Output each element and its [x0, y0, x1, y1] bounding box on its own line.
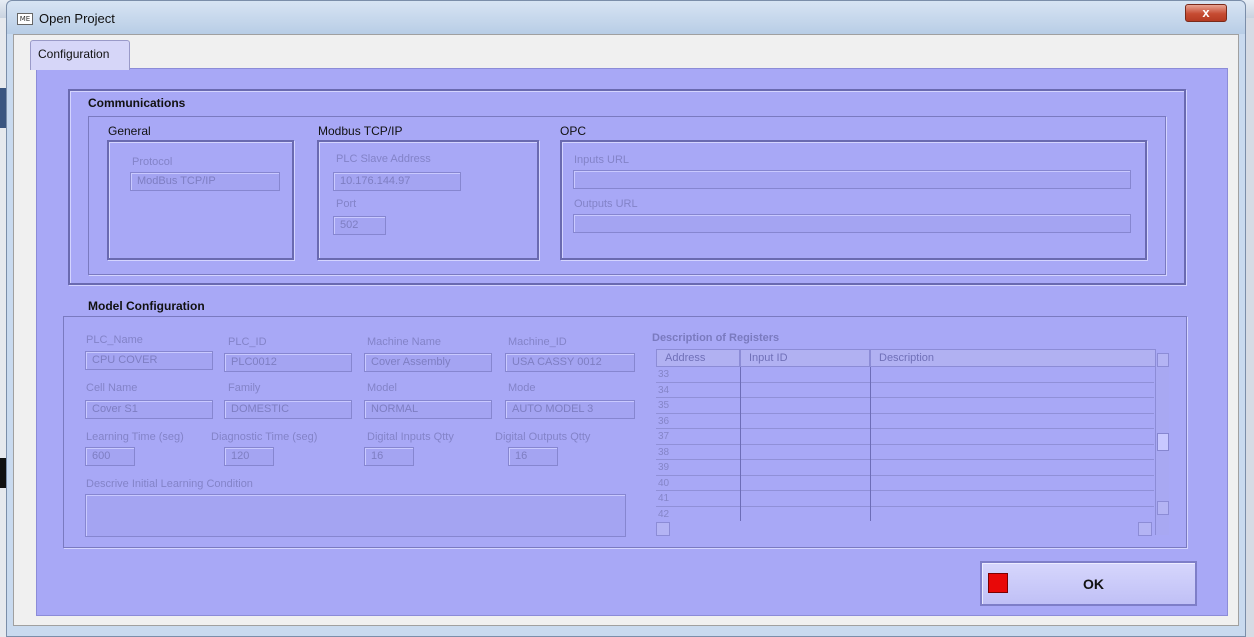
plc-name-label: PLC_Name [86, 334, 143, 346]
scroll-thumb[interactable] [1157, 433, 1169, 451]
horizontal-scroll-left-button[interactable] [656, 522, 670, 536]
learning-condition-field[interactable] [85, 494, 626, 537]
table-row[interactable]: 42 [656, 507, 1154, 523]
column-header-input-id[interactable]: Input ID [740, 349, 870, 367]
learning-condition-label: Descrive Initial Learning Condition [86, 478, 253, 490]
digital-inputs-field[interactable]: 16 [364, 447, 414, 466]
machine-name-label: Machine Name [367, 336, 441, 348]
scroll-up-button[interactable] [1157, 353, 1169, 367]
plc-id-label: PLC_ID [228, 336, 267, 348]
column-header-description[interactable]: Description [870, 349, 1156, 367]
digital-outputs-label: Digital Outputs Qtty [495, 431, 591, 443]
mode-field[interactable]: AUTO MODEL 3 [505, 400, 635, 419]
family-field[interactable]: DOMESTIC [224, 400, 352, 419]
mode-label: Mode [508, 382, 536, 394]
registers-scrollbar[interactable] [1155, 353, 1169, 535]
column-divider [870, 367, 871, 521]
ok-button[interactable]: OK [980, 561, 1197, 606]
outputs-url-label: Outputs URL [574, 198, 638, 210]
table-row[interactable]: 39 [656, 460, 1154, 476]
table-body: 33 34 35 36 37 38 39 40 41 42 [656, 367, 1154, 520]
close-button[interactable]: x [1185, 4, 1227, 22]
scroll-down-button[interactable] [1157, 501, 1169, 515]
horizontal-scroll-right-button[interactable] [1138, 522, 1152, 536]
slave-address-label: PLC Slave Address [336, 153, 431, 165]
ok-button-label: OK [1083, 576, 1104, 592]
cell-name-field[interactable]: Cover S1 [85, 400, 213, 419]
table-row[interactable]: 38 [656, 445, 1154, 460]
registers-table: Address Input ID Description 33 34 35 36… [650, 349, 1172, 537]
protocol-field[interactable]: ModBus TCP/IP [130, 172, 280, 191]
machine-name-field[interactable]: Cover Assembly [364, 353, 492, 372]
outputs-url-field[interactable] [573, 214, 1131, 233]
inputs-url-field[interactable] [573, 170, 1131, 189]
model-field[interactable]: NORMAL [364, 400, 492, 419]
table-row[interactable]: 33 [656, 367, 1154, 383]
digital-inputs-label: Digital Inputs Qtty [367, 431, 454, 443]
family-label: Family [228, 382, 261, 394]
table-row[interactable]: 35 [656, 398, 1154, 414]
tab-configuration[interactable]: Configuration [30, 40, 130, 70]
machine-id-label: Machine_ID [508, 336, 567, 348]
plc-id-field[interactable]: PLC0012 [224, 353, 352, 372]
cell-name-label: Cell Name [86, 382, 138, 394]
learning-time-field[interactable]: 600 [85, 447, 135, 466]
model-configuration-title: Model Configuration [88, 299, 205, 313]
modbus-title: Modbus TCP/IP [318, 124, 403, 138]
digital-outputs-field[interactable]: 16 [508, 447, 558, 466]
table-row[interactable]: 41 [656, 491, 1154, 507]
title-bar[interactable]: ME Open Project x [7, 1, 1245, 34]
communications-title: Communications [88, 96, 186, 110]
inputs-url-label: Inputs URL [574, 154, 630, 166]
port-label: Port [336, 198, 357, 210]
learning-time-label: Learning Time (seg) [86, 431, 184, 443]
diagnostic-time-field[interactable]: 120 [224, 447, 274, 466]
port-field[interactable]: 502 [333, 216, 386, 235]
slave-address-field[interactable]: 10.176.144.97 [333, 172, 461, 191]
table-row[interactable]: 34 [656, 383, 1154, 398]
column-header-address[interactable]: Address [656, 349, 740, 367]
window-title: Open Project [39, 11, 115, 26]
protocol-label: Protocol [132, 156, 173, 168]
registers-title: Description of Registers [652, 332, 780, 344]
table-row[interactable]: 40 [656, 476, 1154, 491]
plc-name-field[interactable]: CPU COVER [85, 351, 213, 370]
app-icon: ME [17, 13, 33, 25]
general-title: General [108, 124, 151, 138]
table-row[interactable]: 36 [656, 414, 1154, 429]
model-label: Model [367, 382, 397, 394]
machine-id-field[interactable]: USA CASSY 0012 [505, 353, 635, 372]
diagnostic-time-label: Diagnostic Time (seg) [211, 431, 318, 443]
table-row[interactable]: 37 [656, 429, 1154, 445]
opc-title: OPC [560, 124, 587, 138]
opc-group [560, 140, 1147, 260]
column-divider [740, 367, 741, 521]
